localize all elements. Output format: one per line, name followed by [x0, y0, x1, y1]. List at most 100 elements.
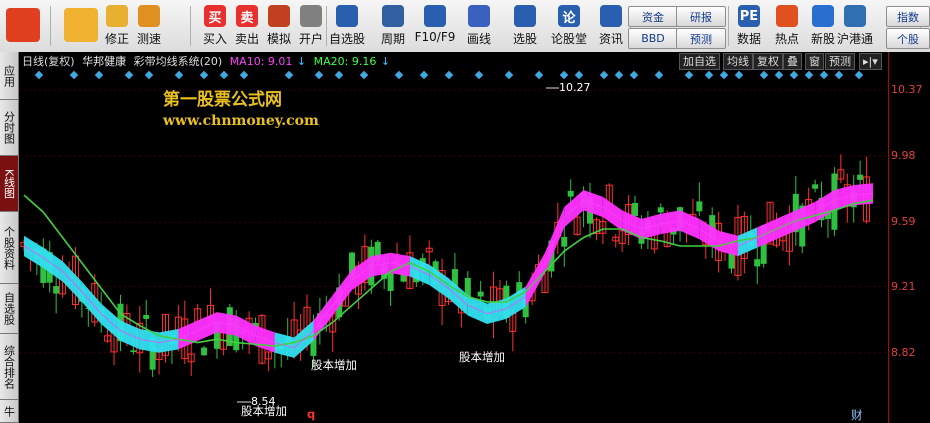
chart-button-2[interactable]: 复权 [753, 53, 783, 70]
toolbar-button-13[interactable]: 论论股堂 [551, 3, 588, 49]
chart-button-1[interactable]: 均线 [723, 53, 753, 70]
toolbar-button-18[interactable]: 沪港通 [837, 3, 873, 49]
hammer-icon [268, 5, 290, 27]
forum-icon: 论 [558, 5, 580, 27]
price-tick: 10.37 [891, 83, 923, 97]
toolbar-small-button-4[interactable]: 指数 [886, 6, 930, 27]
toolbar-separator [728, 6, 729, 46]
event-diamond-icon [704, 70, 714, 80]
toolbar-small-button-1[interactable]: BBD [628, 28, 678, 49]
price-tick: 9.98 [891, 149, 916, 163]
ma20-arrow-icon: ↓ [380, 55, 391, 68]
new-stock-icon [812, 5, 834, 27]
ma20-value: MA20: 9.16 [313, 55, 377, 68]
toolbar-button-12[interactable]: 选股 [508, 3, 542, 49]
toolbar-button-11[interactable]: 画线 [462, 3, 496, 49]
toolbar-button-3[interactable]: 测速 [132, 3, 166, 49]
toolbar-button-10[interactable]: F10/F9 [415, 3, 455, 49]
toolbar-button-label: 测速 [136, 32, 161, 46]
speed-icon [138, 5, 160, 27]
indicator-name: 彩带均线系统(20) [133, 55, 223, 68]
toolbar-button-4[interactable]: 买买入 [198, 3, 232, 49]
toolbar-button-5[interactable]: 卖卖出 [230, 3, 264, 49]
chart-header: 日线(复权) 华邦健康 彩带均线系统(20) MA10: 9.01 ↓ MA20… [22, 53, 394, 69]
toolbar-separator [190, 6, 191, 46]
event-diamond-icon [759, 70, 769, 80]
event-share-increase-3[interactable]: 股本增加 [241, 403, 287, 419]
left-tab-0[interactable]: 应用 [0, 52, 18, 100]
toolbar-button-label: 修正 [104, 32, 129, 46]
toolbar-button-label: 论股堂 [551, 32, 588, 46]
toolbar-button-9[interactable]: 周期 [376, 3, 410, 49]
toolbar-button-17[interactable]: 新股 [806, 3, 840, 49]
star-icon [336, 5, 358, 27]
toolbar-button-8[interactable]: 自选股 [329, 3, 366, 49]
event-diamond-icon [774, 70, 784, 80]
toolbar-button-7[interactable]: 开户 [294, 3, 328, 49]
event-diamond-icon [654, 70, 664, 80]
event-diamond-icon [419, 70, 429, 80]
price-tick: 9.21 [891, 279, 916, 293]
toolbar-button-15[interactable]: PE 数据 [732, 3, 766, 49]
toolbar-button-label: 自选股 [329, 32, 366, 46]
toolbar-button-label: 画线 [466, 32, 491, 46]
hot-icon [776, 5, 798, 27]
toolbar-button-label: 开户 [298, 32, 323, 46]
left-tab-5[interactable]: 综合排名 [0, 334, 18, 400]
toolbar-separator [50, 6, 51, 46]
stock-name: 华邦健康 [82, 55, 127, 68]
sell-icon: 卖 [236, 5, 258, 27]
kline-chart[interactable] [19, 52, 888, 423]
chart-menu-icon[interactable]: ▸|▾ [859, 53, 882, 70]
event-diamond-icon [34, 70, 44, 80]
toolbar-small-button-3[interactable]: 预测 [676, 28, 726, 49]
toolbar-small-button-2[interactable]: 研报 [676, 6, 726, 27]
chart-button-5[interactable]: 预测 [825, 53, 855, 70]
toolbar-button-label: 新股 [810, 32, 835, 46]
event-diamond-icon [69, 70, 79, 80]
left-tab-2[interactable]: K线图 [0, 156, 18, 212]
event-diamond-icon [284, 70, 294, 80]
toolbar-button-0[interactable] [0, 3, 46, 49]
price-tick: 9.59 [891, 215, 916, 229]
toolbar-button-label: 数据 [736, 32, 761, 46]
high-price-label: 10.27 [559, 81, 591, 94]
left-tab-6[interactable]: 牛 [0, 400, 18, 423]
toolbar-button-14[interactable]: 资讯 [594, 3, 628, 49]
candle-body [561, 236, 568, 247]
event-diamond-icon [834, 70, 844, 80]
toolbar-button-label: 资讯 [598, 32, 623, 46]
toolbar-button-1[interactable] [58, 3, 104, 49]
left-tab-1[interactable]: 分时图 [0, 100, 18, 156]
event-diamond-icon [614, 70, 624, 80]
toolbar-small-button-5[interactable]: 个股 [886, 28, 930, 49]
pen-icon [468, 5, 490, 27]
candle-body [143, 315, 150, 319]
toolbar-button-6[interactable]: 模拟 [262, 3, 296, 49]
candle-body [567, 190, 574, 197]
sse-hkex-icon [844, 5, 866, 27]
event-diamond-icon [359, 70, 369, 80]
event-share-increase-1[interactable]: 股本增加 [311, 357, 357, 373]
marker-finance[interactable]: 财 [851, 407, 863, 423]
event-diamond-icon [789, 70, 799, 80]
event-diamond-icon [574, 70, 584, 80]
event-diamond-icon [199, 70, 209, 80]
event-share-increase-2[interactable]: 股本增加 [459, 349, 505, 365]
event-diamond-icon [394, 70, 404, 80]
toolbar-small-button-0[interactable]: 资金 [628, 6, 678, 27]
chart-button-0[interactable]: 加自选 [679, 53, 720, 70]
left-tab-3[interactable]: 个股资料 [0, 212, 18, 284]
chart-button-3[interactable]: 叠 [783, 53, 802, 70]
toolbar-button-2[interactable]: 修正 [100, 3, 134, 49]
left-tab-4[interactable]: 自选股 [0, 284, 18, 334]
toolbar-button-16[interactable]: 热点 [770, 3, 804, 49]
marker-q[interactable]: q [307, 407, 315, 421]
main-toolbar: 修正 测速买买入卖卖出 模拟 开户 自选股 周期 F10/F9 画线 选股论论股堂 资讯 PE 数据热… [0, 0, 930, 53]
kline-chart-area[interactable]: 日线(复权) 华邦健康 彩带均线系统(20) MA10: 9.01 ↓ MA20… [19, 52, 888, 423]
chart-button-4[interactable]: 窗 [805, 53, 824, 70]
toolbar-button-label: 选股 [512, 32, 537, 46]
ma10-value: MA10: 9.01 [229, 55, 293, 68]
candle-body [130, 350, 137, 352]
event-diamond-icon [854, 70, 864, 80]
